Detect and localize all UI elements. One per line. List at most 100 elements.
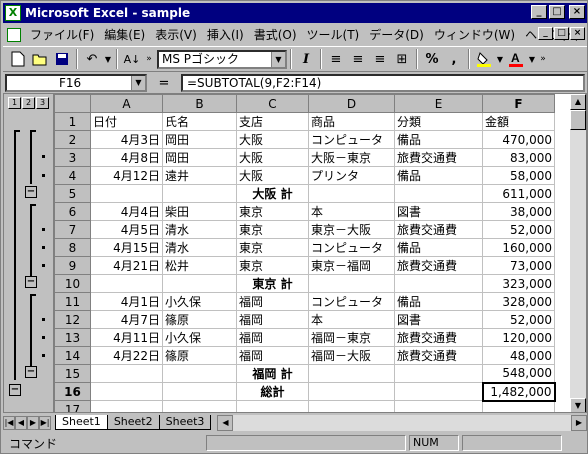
font-color-dropdown-icon[interactable]: ▼ xyxy=(527,48,537,70)
row-header[interactable]: 9 xyxy=(54,256,91,275)
cell-b[interactable]: 柴田 xyxy=(162,202,237,221)
cell-f[interactable]: 548,000 xyxy=(482,364,555,383)
row-header[interactable]: 17 xyxy=(54,400,91,412)
cell-c[interactable]: 支店 xyxy=(236,112,309,131)
cell-f[interactable]: 160,000 xyxy=(482,238,555,257)
cell-c[interactable]: 東京 xyxy=(236,256,309,275)
menu-window[interactable]: ウィンドウ(W) xyxy=(429,26,520,43)
cell-a[interactable] xyxy=(90,184,163,203)
cell-b[interactable]: 遠井 xyxy=(162,166,237,185)
sheet-tab-sheet1[interactable]: Sheet1 xyxy=(55,415,108,430)
cell-f[interactable]: 38,000 xyxy=(482,202,555,221)
cell-d[interactable]: 福岡－東京 xyxy=(308,328,395,347)
cell-e[interactable]: 図書 xyxy=(394,310,483,329)
menu-insert[interactable]: 挿入(I) xyxy=(202,26,249,43)
minimize-button[interactable]: _ xyxy=(531,5,547,19)
scroll-up-icon[interactable]: ▲ xyxy=(570,94,586,110)
cell-f[interactable]: 328,000 xyxy=(482,292,555,311)
cell-f[interactable]: 611,000 xyxy=(482,184,555,203)
cell-a[interactable]: 4月1日 xyxy=(90,292,163,311)
row-header[interactable]: 8 xyxy=(54,238,91,257)
cell-d[interactable]: 東京－福岡 xyxy=(308,256,395,275)
column-header-f[interactable]: F xyxy=(482,94,555,113)
cell-c[interactable]: 東京 計 xyxy=(236,274,309,293)
cell-e[interactable]: 分類 xyxy=(394,112,483,131)
cell-c[interactable]: 総計 xyxy=(236,382,309,401)
fill-color-dropdown-icon[interactable]: ▼ xyxy=(495,48,505,70)
cell-e[interactable]: 旅費交通費 xyxy=(394,256,483,275)
cell-a[interactable] xyxy=(90,364,163,383)
cell-grid[interactable]: A B C D E F 1 日付 氏名 支店 商品 分類 金額 2 4月3日 岡田 大阪 コンピュータ… xyxy=(54,94,556,412)
sheet-tab-sheet2[interactable]: Sheet2 xyxy=(106,415,160,430)
scroll-right-icon[interactable]: ▶ xyxy=(571,414,587,431)
row-header[interactable]: 12 xyxy=(54,310,91,329)
menu-format[interactable]: 書式(O) xyxy=(249,26,302,43)
cell-b[interactable]: 松井 xyxy=(162,256,237,275)
cell-c[interactable]: 東京 xyxy=(236,202,309,221)
cell-e[interactable]: 備品 xyxy=(394,130,483,149)
cell-c[interactable]: 福岡 計 xyxy=(236,364,309,383)
select-all-corner[interactable] xyxy=(54,94,91,113)
cell-f[interactable]: 52,000 xyxy=(482,220,555,239)
cell-f[interactable]: 1,482,000 xyxy=(481,381,556,402)
chevron-down-icon[interactable]: ▼ xyxy=(271,51,285,67)
cell-a[interactable]: 4月8日 xyxy=(90,148,163,167)
row-header[interactable]: 1 xyxy=(54,112,91,131)
cell-b[interactable] xyxy=(162,382,237,401)
outline-level-1-button[interactable]: 1 xyxy=(8,97,21,109)
cell-e[interactable]: 備品 xyxy=(394,238,483,257)
doc-close-button[interactable]: × xyxy=(570,27,585,40)
cell-e[interactable] xyxy=(394,184,483,203)
save-icon[interactable] xyxy=(51,48,73,70)
last-sheet-icon[interactable]: ▶| xyxy=(39,415,51,430)
cell-c[interactable]: 福岡 xyxy=(236,292,309,311)
open-folder-icon[interactable] xyxy=(29,48,51,70)
cell-a[interactable]: 日付 xyxy=(90,112,163,131)
cell-d[interactable]: コンピュータ xyxy=(308,292,395,311)
cell-b[interactable] xyxy=(162,274,237,293)
collapse-group-button[interactable]: − xyxy=(25,276,37,288)
fill-color-icon[interactable] xyxy=(473,48,495,70)
name-box[interactable]: F16 ▼ xyxy=(5,74,147,92)
menu-tools[interactable]: ツール(T) xyxy=(302,26,365,43)
close-button[interactable]: × xyxy=(569,5,585,19)
cell-b[interactable]: 篠原 xyxy=(162,310,237,329)
font-color-icon[interactable]: A xyxy=(505,48,527,70)
cell-b[interactable]: 岡田 xyxy=(162,130,237,149)
italic-button[interactable]: I xyxy=(295,48,317,70)
cell-d[interactable] xyxy=(308,400,395,412)
row-header[interactable]: 2 xyxy=(54,130,91,149)
column-header-c[interactable]: C xyxy=(236,94,309,113)
cell-a[interactable]: 4月11日 xyxy=(90,328,163,347)
cell-b[interactable] xyxy=(162,400,237,412)
cell-c[interactable]: 東京 xyxy=(236,220,309,239)
undo-icon[interactable]: ↶ xyxy=(81,48,103,70)
cell-c[interactable]: 福岡 xyxy=(236,328,309,347)
cell-f[interactable]: 73,000 xyxy=(482,256,555,275)
cell-a[interactable] xyxy=(90,400,163,412)
row-header[interactable]: 10 xyxy=(54,274,91,293)
cell-e[interactable] xyxy=(394,382,483,401)
row-header[interactable]: 5 xyxy=(54,184,91,203)
cell-d[interactable] xyxy=(308,184,395,203)
cell-c[interactable]: 大阪 xyxy=(236,130,309,149)
cell-e[interactable] xyxy=(394,400,483,412)
toolbar-options-icon[interactable]: » xyxy=(537,48,549,70)
cell-c[interactable]: 大阪 xyxy=(236,148,309,167)
cell-e[interactable]: 備品 xyxy=(394,166,483,185)
cell-d[interactable]: プリンタ xyxy=(308,166,395,185)
cell-b[interactable] xyxy=(162,184,237,203)
cell-b[interactable] xyxy=(162,364,237,383)
collapse-group-button[interactable]: − xyxy=(25,366,37,378)
column-header-b[interactable]: B xyxy=(162,94,237,113)
collapse-group-button[interactable]: − xyxy=(25,186,37,198)
scroll-left-icon[interactable]: ◀ xyxy=(217,414,234,431)
cell-e[interactable]: 備品 xyxy=(394,292,483,311)
menu-view[interactable]: 表示(V) xyxy=(150,26,202,43)
cell-b[interactable]: 小久保 xyxy=(162,292,237,311)
formula-input[interactable]: =SUBTOTAL(9,F2:F14) xyxy=(181,74,585,92)
row-header[interactable]: 16 xyxy=(54,382,91,401)
cell-a[interactable]: 4月12日 xyxy=(90,166,163,185)
cell-b[interactable]: 清水 xyxy=(162,220,237,239)
row-header[interactable]: 13 xyxy=(54,328,91,347)
